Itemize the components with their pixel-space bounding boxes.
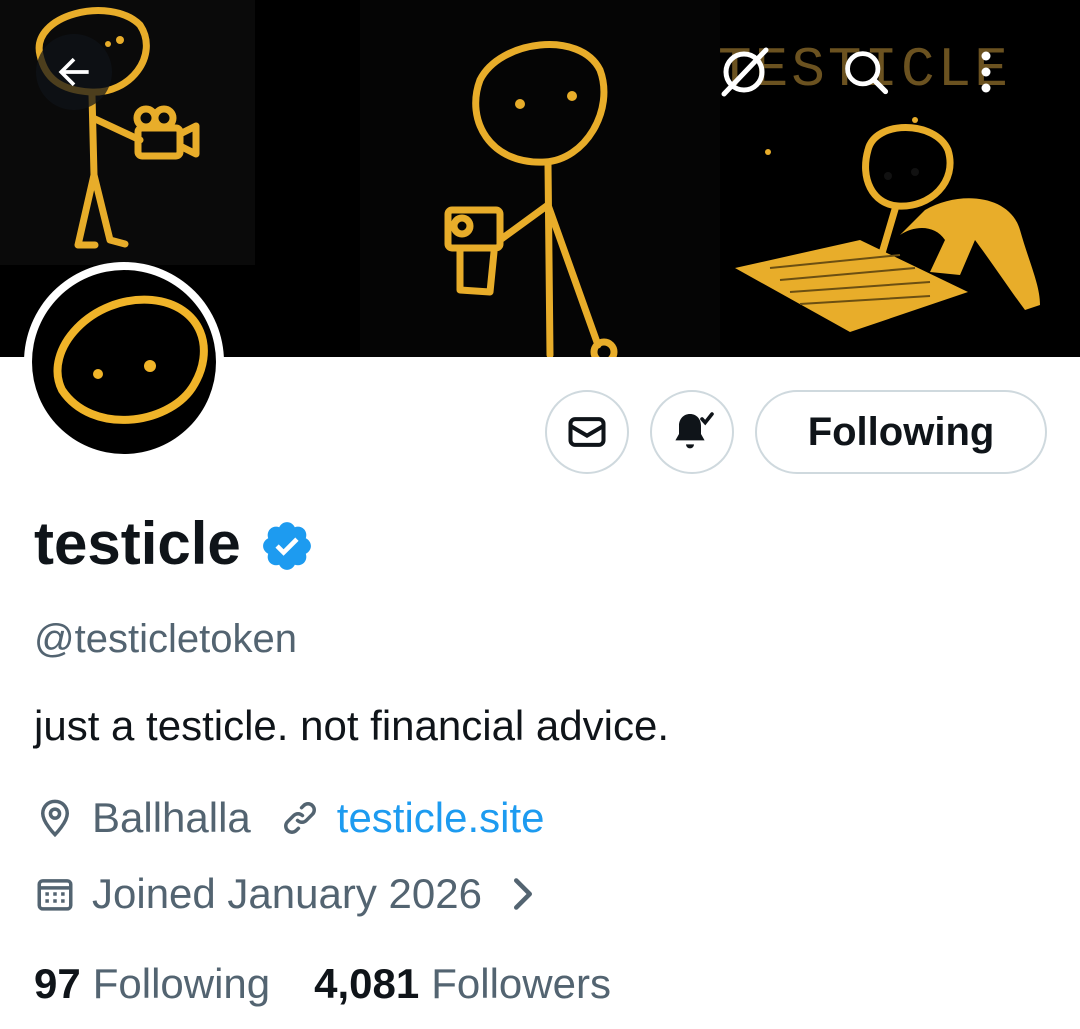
following-count: 97 bbox=[34, 960, 81, 1007]
followers-stat-label: Followers bbox=[431, 960, 611, 1007]
more-icon bbox=[981, 51, 991, 93]
profile-page: TESTICLE Following testicle @testicletok… bbox=[0, 0, 1080, 1029]
follow-stats: 97 Following 4,081 Followers bbox=[34, 958, 611, 1010]
bio: just a testicle. not financial advice. bbox=[34, 702, 670, 749]
mail-icon bbox=[568, 417, 606, 447]
avatar-image bbox=[32, 270, 216, 454]
message-button[interactable] bbox=[545, 390, 629, 474]
followers-stat[interactable]: 4,081 Followers bbox=[314, 958, 611, 1010]
grok-icon bbox=[721, 47, 769, 97]
grok-button[interactable] bbox=[706, 34, 782, 110]
notifications-button[interactable] bbox=[650, 390, 734, 474]
joined-text: Joined January 2026 bbox=[92, 870, 482, 917]
profile-meta-row: Ballhalla testicle.site bbox=[34, 792, 545, 844]
search-button[interactable] bbox=[828, 34, 904, 110]
bell-icon bbox=[675, 412, 714, 449]
following-stat-label: Following bbox=[92, 960, 271, 1007]
verified-badge-icon[interactable] bbox=[259, 518, 315, 574]
back-button[interactable] bbox=[36, 34, 112, 110]
location-text: Ballhalla bbox=[92, 794, 251, 841]
display-name-row: testicle bbox=[34, 508, 315, 580]
display-name: testicle bbox=[34, 510, 241, 577]
more-button[interactable] bbox=[948, 34, 1024, 110]
back-arrow-icon bbox=[58, 57, 89, 87]
link-icon bbox=[283, 802, 316, 834]
following-stat[interactable]: 97 Following bbox=[34, 958, 270, 1010]
search-icon bbox=[845, 51, 889, 95]
avatar[interactable] bbox=[24, 262, 224, 462]
handle: @testicletoken bbox=[34, 617, 297, 661]
location-icon bbox=[40, 799, 70, 838]
calendar-icon bbox=[37, 879, 73, 911]
chevron-right-icon bbox=[513, 878, 532, 910]
joined-row[interactable]: Joined January 2026 bbox=[34, 868, 538, 920]
website-link[interactable]: testicle.site bbox=[337, 792, 545, 844]
followers-count: 4,081 bbox=[314, 960, 420, 1007]
following-button[interactable]: Following bbox=[755, 390, 1047, 474]
